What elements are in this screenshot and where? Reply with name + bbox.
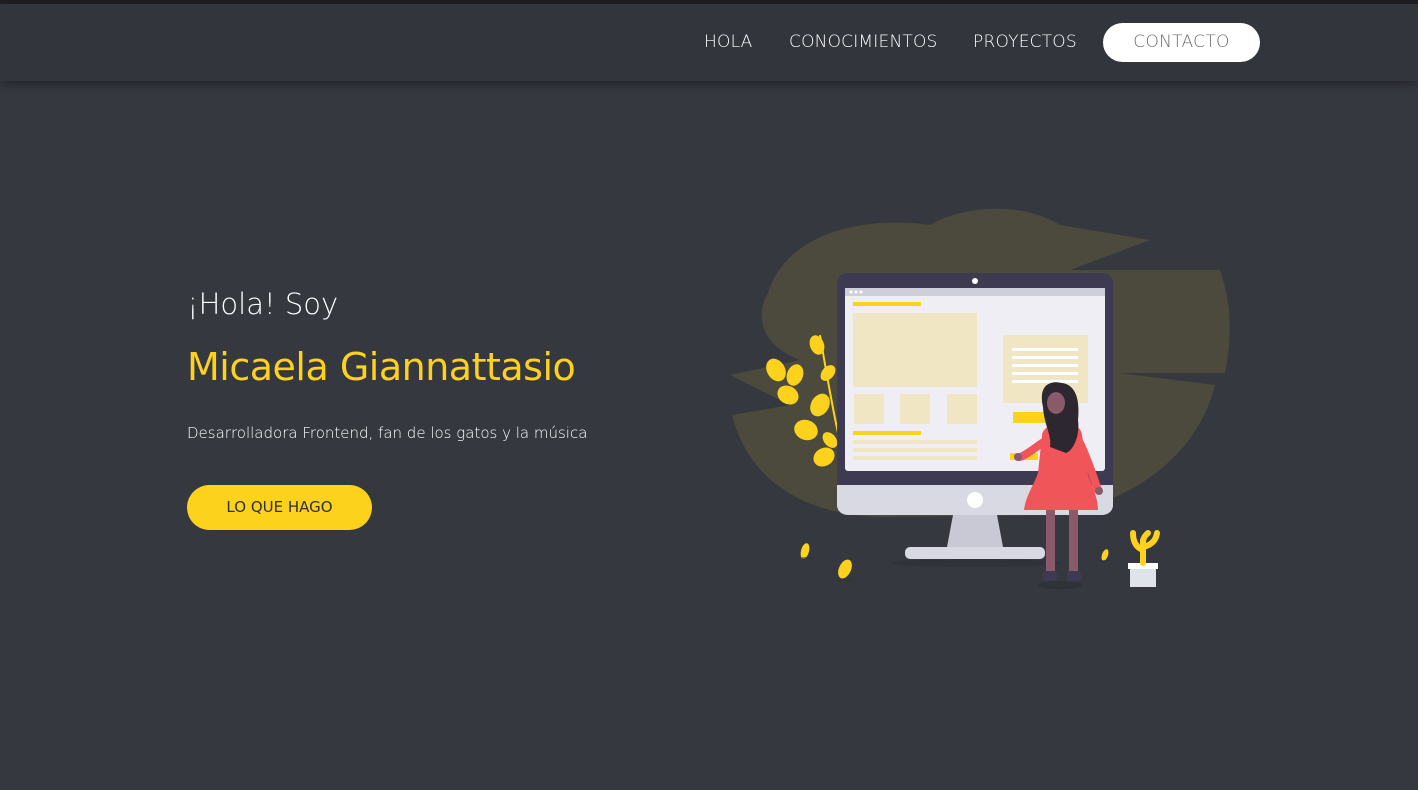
hero-greeting: ¡Hola! Soy bbox=[187, 287, 339, 321]
nav-link-proyectos[interactable]: PROYECTOS bbox=[973, 4, 1077, 81]
nav-link-hola[interactable]: HOLA bbox=[704, 4, 752, 81]
cactus-icon bbox=[1128, 530, 1160, 587]
nav-link-conocimientos[interactable]: CONOCIMIENTOS bbox=[789, 4, 938, 81]
hero-name: Micaela Giannattasio bbox=[187, 345, 576, 389]
what-i-do-button[interactable]: LO QUE HAGO bbox=[187, 485, 372, 530]
contact-button[interactable]: CONTACTO bbox=[1103, 23, 1260, 62]
hero-subtitle: Desarrolladora Frontend, fan de los gato… bbox=[187, 424, 588, 442]
woman-at-computer-illustration bbox=[730, 208, 1230, 589]
navbar: HOLA CONOCIMIENTOS PROYECTOS CONTACTO bbox=[0, 4, 1418, 81]
